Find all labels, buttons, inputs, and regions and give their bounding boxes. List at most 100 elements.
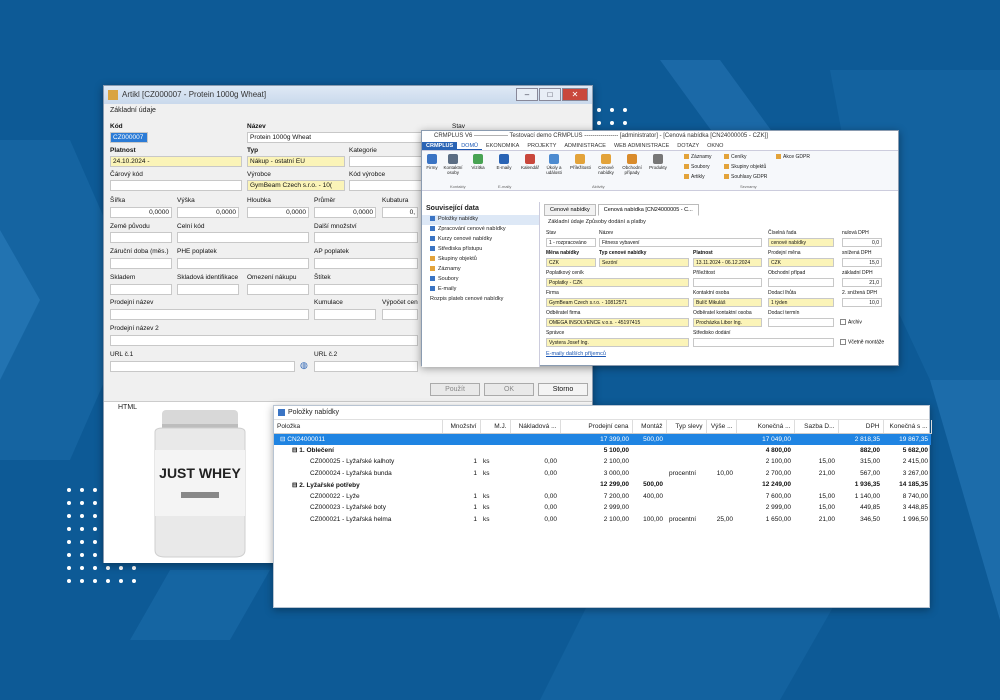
sirka-field[interactable]: 0,0000 (110, 207, 172, 218)
nazev-field[interactable]: Fitness vybavení (599, 238, 762, 247)
storno-button[interactable]: Storno (538, 383, 588, 396)
ap-field[interactable] (314, 258, 418, 269)
dalsi-mnozstvi-field[interactable] (314, 232, 418, 243)
nulova-dph-field[interactable]: 0,0 (842, 238, 882, 247)
typ-field[interactable]: Sezóní (599, 258, 689, 267)
menu-web-administrace[interactable]: WEB ADMINISTRACE (610, 142, 673, 150)
maximize-button[interactable]: □ (539, 88, 561, 101)
poplatkovy-field[interactable]: Poplatky - CZK (546, 278, 689, 287)
ribbon-zaznamy[interactable]: Záznamy (684, 154, 712, 160)
sidebar-item-zpracovani[interactable]: Zpracování cenové nabídky (422, 225, 539, 235)
column-header[interactable]: M.J. (480, 420, 511, 434)
column-header[interactable]: Konečná ... (736, 420, 795, 434)
table-row[interactable]: CZ000022 - Lyže 1 ks 0,00 7 200,00 400,00 7 60… (274, 491, 931, 503)
vypocet-field[interactable] (382, 309, 418, 320)
table-row[interactable]: CZ000025 - Lyžařské kalhoty 1 ks 0,00 2 100,… (274, 456, 931, 468)
firma-field[interactable]: GymBeam Czech s.r.o. - 10812571 (546, 298, 689, 307)
zarucni-doba-field[interactable] (110, 258, 172, 269)
vyrobce-field[interactable]: GymBeam Czech s.r.o. - 10( (247, 180, 345, 191)
menu-projekty[interactable]: PROJEKTY (523, 142, 560, 150)
cislo-rada-field[interactable]: cenové nabídky (768, 238, 834, 247)
odberatel-osoba-field[interactable]: Procházka Libor Ing. (693, 318, 762, 327)
kubatura-field[interactable]: 0, (382, 207, 418, 218)
table-row[interactable]: CZ000021 - Lyžařská helma 1 ks 0,00 2 100,00… (274, 514, 931, 526)
column-header[interactable]: Montáž (632, 420, 667, 434)
spravce-field[interactable]: Vystera Josef Ing. (546, 338, 689, 347)
ribbon-obchodni-pripady[interactable]: Obchodní případy (622, 154, 642, 175)
column-header[interactable]: DPH (838, 420, 884, 434)
column-header[interactable]: Typ slevy (666, 420, 707, 434)
kumulace-field[interactable] (314, 309, 376, 320)
ribbon-kontaktni-osoby[interactable]: Kontaktní osoby (443, 154, 463, 175)
ribbon-vizitka[interactable]: Vizitka (468, 154, 488, 170)
ribbon-kalendar[interactable]: Kalendář (520, 154, 540, 170)
prumer-field[interactable]: 0,0000 (314, 207, 376, 218)
stav-field[interactable]: 1 - rozpracováno (546, 238, 596, 247)
sidebar-item-rozpis[interactable]: Rozpis plateb cenové nabídky (422, 295, 539, 305)
menu-crmplus[interactable]: CRMPLUS (422, 142, 458, 150)
ribbon-ukoly[interactable]: Úkoly a události (544, 154, 564, 175)
sidebar-item-soubory[interactable]: Soubory (422, 275, 539, 285)
prilezitost-field[interactable] (693, 278, 762, 287)
tab-cenove-nabidky[interactable]: Cenové nabídky (544, 204, 596, 216)
pouzit-button[interactable]: Použít (430, 383, 480, 396)
close-button[interactable]: ✕ (562, 88, 588, 101)
vcetne-montaze-checkbox[interactable]: Včetně montáže (840, 339, 884, 345)
ribbon-cenove-nabidky[interactable]: Cenové nabídky (596, 154, 616, 175)
tab-cenova-nabidka[interactable]: Cenová nabídka [CN24000005 - C... (597, 204, 699, 216)
skladem-field[interactable] (110, 284, 172, 295)
subtabs[interactable]: Základní údaje Způsoby dodání a platby (548, 219, 646, 225)
column-header[interactable]: Nákladová ... (510, 420, 561, 434)
ribbon-souhlasy-gdpr[interactable]: Souhlasy GDPR (724, 174, 767, 180)
sidebar-item-polozky[interactable]: Položky nabídky (422, 215, 539, 225)
url2-field[interactable] (314, 361, 418, 372)
ribbon-akce-gdpr[interactable]: Akce GDPR (776, 154, 810, 160)
mena-field[interactable]: CZK (546, 258, 596, 267)
zakladni-dph-field[interactable]: 21,0 (842, 278, 882, 287)
archiv-checkbox[interactable]: Archiv (840, 319, 862, 325)
odberatel-field[interactable]: OMEGA INSOLVENCE v.o.s. - 45197415 (546, 318, 689, 327)
vyska-field[interactable]: 0,0000 (177, 207, 239, 218)
ribbon-ceniky[interactable]: Ceníky (724, 154, 747, 160)
snizena-dph-field[interactable]: 15,0 (842, 258, 882, 267)
stredisko-field[interactable] (693, 338, 834, 347)
menu-dotazy[interactable]: DOTAZY (673, 142, 703, 150)
table-row[interactable]: ⊟ 2. Lyžařské potřeby 12 299,00 500,00 12 2… (274, 479, 931, 491)
omezeni-field[interactable] (247, 284, 309, 295)
ribbon-artikly[interactable]: Artikly (684, 174, 705, 180)
table-row[interactable]: CZ000024 - Lyžařská bunda 1 ks 0,00 3 000,00… (274, 468, 931, 480)
emaily-link[interactable]: E-maily dalších příjemců (546, 351, 606, 357)
table-row[interactable]: CZ000023 - Lyžařské boty 1 ks 0,00 2 999,00 2… (274, 502, 931, 514)
sidebar-item-emaily[interactable]: E-maily (422, 285, 539, 295)
carovy-kod-field[interactable] (110, 180, 242, 191)
column-header[interactable]: Položka (274, 420, 443, 434)
ribbon-skupiny-objektu[interactable]: Skupiny objektů (724, 164, 766, 170)
menu-domu[interactable]: DOMŮ (457, 142, 483, 150)
prodejni-mena-field[interactable]: CZK (768, 258, 834, 267)
prodejni-nazev-field[interactable] (110, 309, 309, 320)
column-header[interactable]: Množství (442, 420, 481, 434)
sidebar-item-strediska[interactable]: Střediska přístupu (422, 245, 539, 255)
column-header[interactable]: Konečná s ... (883, 420, 932, 434)
sidebar-item-zaznamy[interactable]: Záznamy (422, 265, 539, 275)
ribbon-produkty[interactable]: Produkty (648, 154, 668, 170)
column-header[interactable]: Sazba D... (794, 420, 839, 434)
column-header[interactable]: Prodejní cena (560, 420, 633, 434)
ribbon-firmy[interactable]: Firmy (422, 154, 442, 170)
menu-administrace[interactable]: ADMINISTRACE (560, 142, 610, 150)
ribbon-prilezitosti[interactable]: Příležitosti (570, 154, 591, 170)
kod-field[interactable]: CZ000007 (110, 132, 148, 143)
table-row[interactable]: ⊟ 1. Oblečení 5 100,00 4 800,00 882,00 5 682… (274, 445, 931, 457)
platnost-field[interactable]: 24.10.2024 - (110, 156, 242, 167)
typ-field[interactable]: Nákup - ostatní EU (247, 156, 345, 167)
kontaktni-osoba-field[interactable]: Bulíč Mikuláš (693, 298, 762, 307)
sidebar-item-skupiny[interactable]: Skupiny objektů (422, 255, 539, 265)
hloubka-field[interactable]: 0,0000 (247, 207, 309, 218)
minimize-button[interactable]: – (516, 88, 538, 101)
column-header[interactable]: Výše ... (706, 420, 737, 434)
platnost-field[interactable]: 13.11.2024 - 06.12.2024 (693, 258, 762, 267)
dodaci-termin-field[interactable] (768, 318, 834, 327)
menu-ekonomika[interactable]: EKONOMIKA (482, 142, 523, 150)
ribbon-emaily[interactable]: E-maily (494, 154, 514, 170)
skladova-field[interactable] (177, 284, 239, 295)
